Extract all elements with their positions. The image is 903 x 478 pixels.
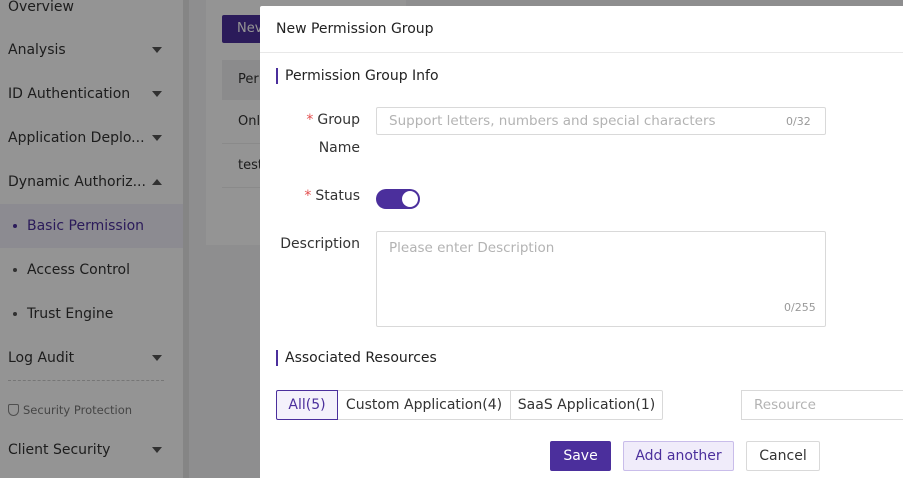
tab-custom-application[interactable]: Custom Application(4) bbox=[337, 390, 511, 420]
status-label: * Status bbox=[304, 188, 360, 204]
required-icon: * bbox=[306, 112, 314, 128]
group-name-input[interactable] bbox=[376, 107, 826, 135]
save-button[interactable]: Save bbox=[550, 441, 611, 471]
add-another-button[interactable]: Add another bbox=[623, 441, 734, 471]
resource-search-input[interactable] bbox=[741, 390, 903, 420]
group-name-label-line2: Name bbox=[318, 140, 360, 156]
description-label: Description bbox=[280, 236, 360, 252]
new-permission-group-dialog: New Permission Group Permission Group In… bbox=[260, 6, 903, 478]
tab-all[interactable]: All(5) bbox=[276, 390, 338, 420]
dialog-header-divider bbox=[260, 52, 903, 53]
group-name-counter: 0/32 bbox=[786, 115, 811, 128]
group-name-label: * Group bbox=[306, 112, 360, 128]
description-textarea[interactable] bbox=[376, 231, 826, 327]
cancel-button[interactable]: Cancel bbox=[746, 441, 820, 471]
dialog-title: New Permission Group bbox=[276, 21, 434, 37]
toggle-knob bbox=[402, 191, 418, 207]
required-icon: * bbox=[304, 188, 312, 204]
section-permission-group-info: Permission Group Info bbox=[276, 68, 439, 84]
status-toggle[interactable] bbox=[376, 189, 420, 209]
tab-saas-application[interactable]: SaaS Application(1) bbox=[510, 390, 663, 420]
description-counter: 0/255 bbox=[784, 301, 816, 314]
section-associated-resources: Associated Resources bbox=[276, 350, 437, 366]
